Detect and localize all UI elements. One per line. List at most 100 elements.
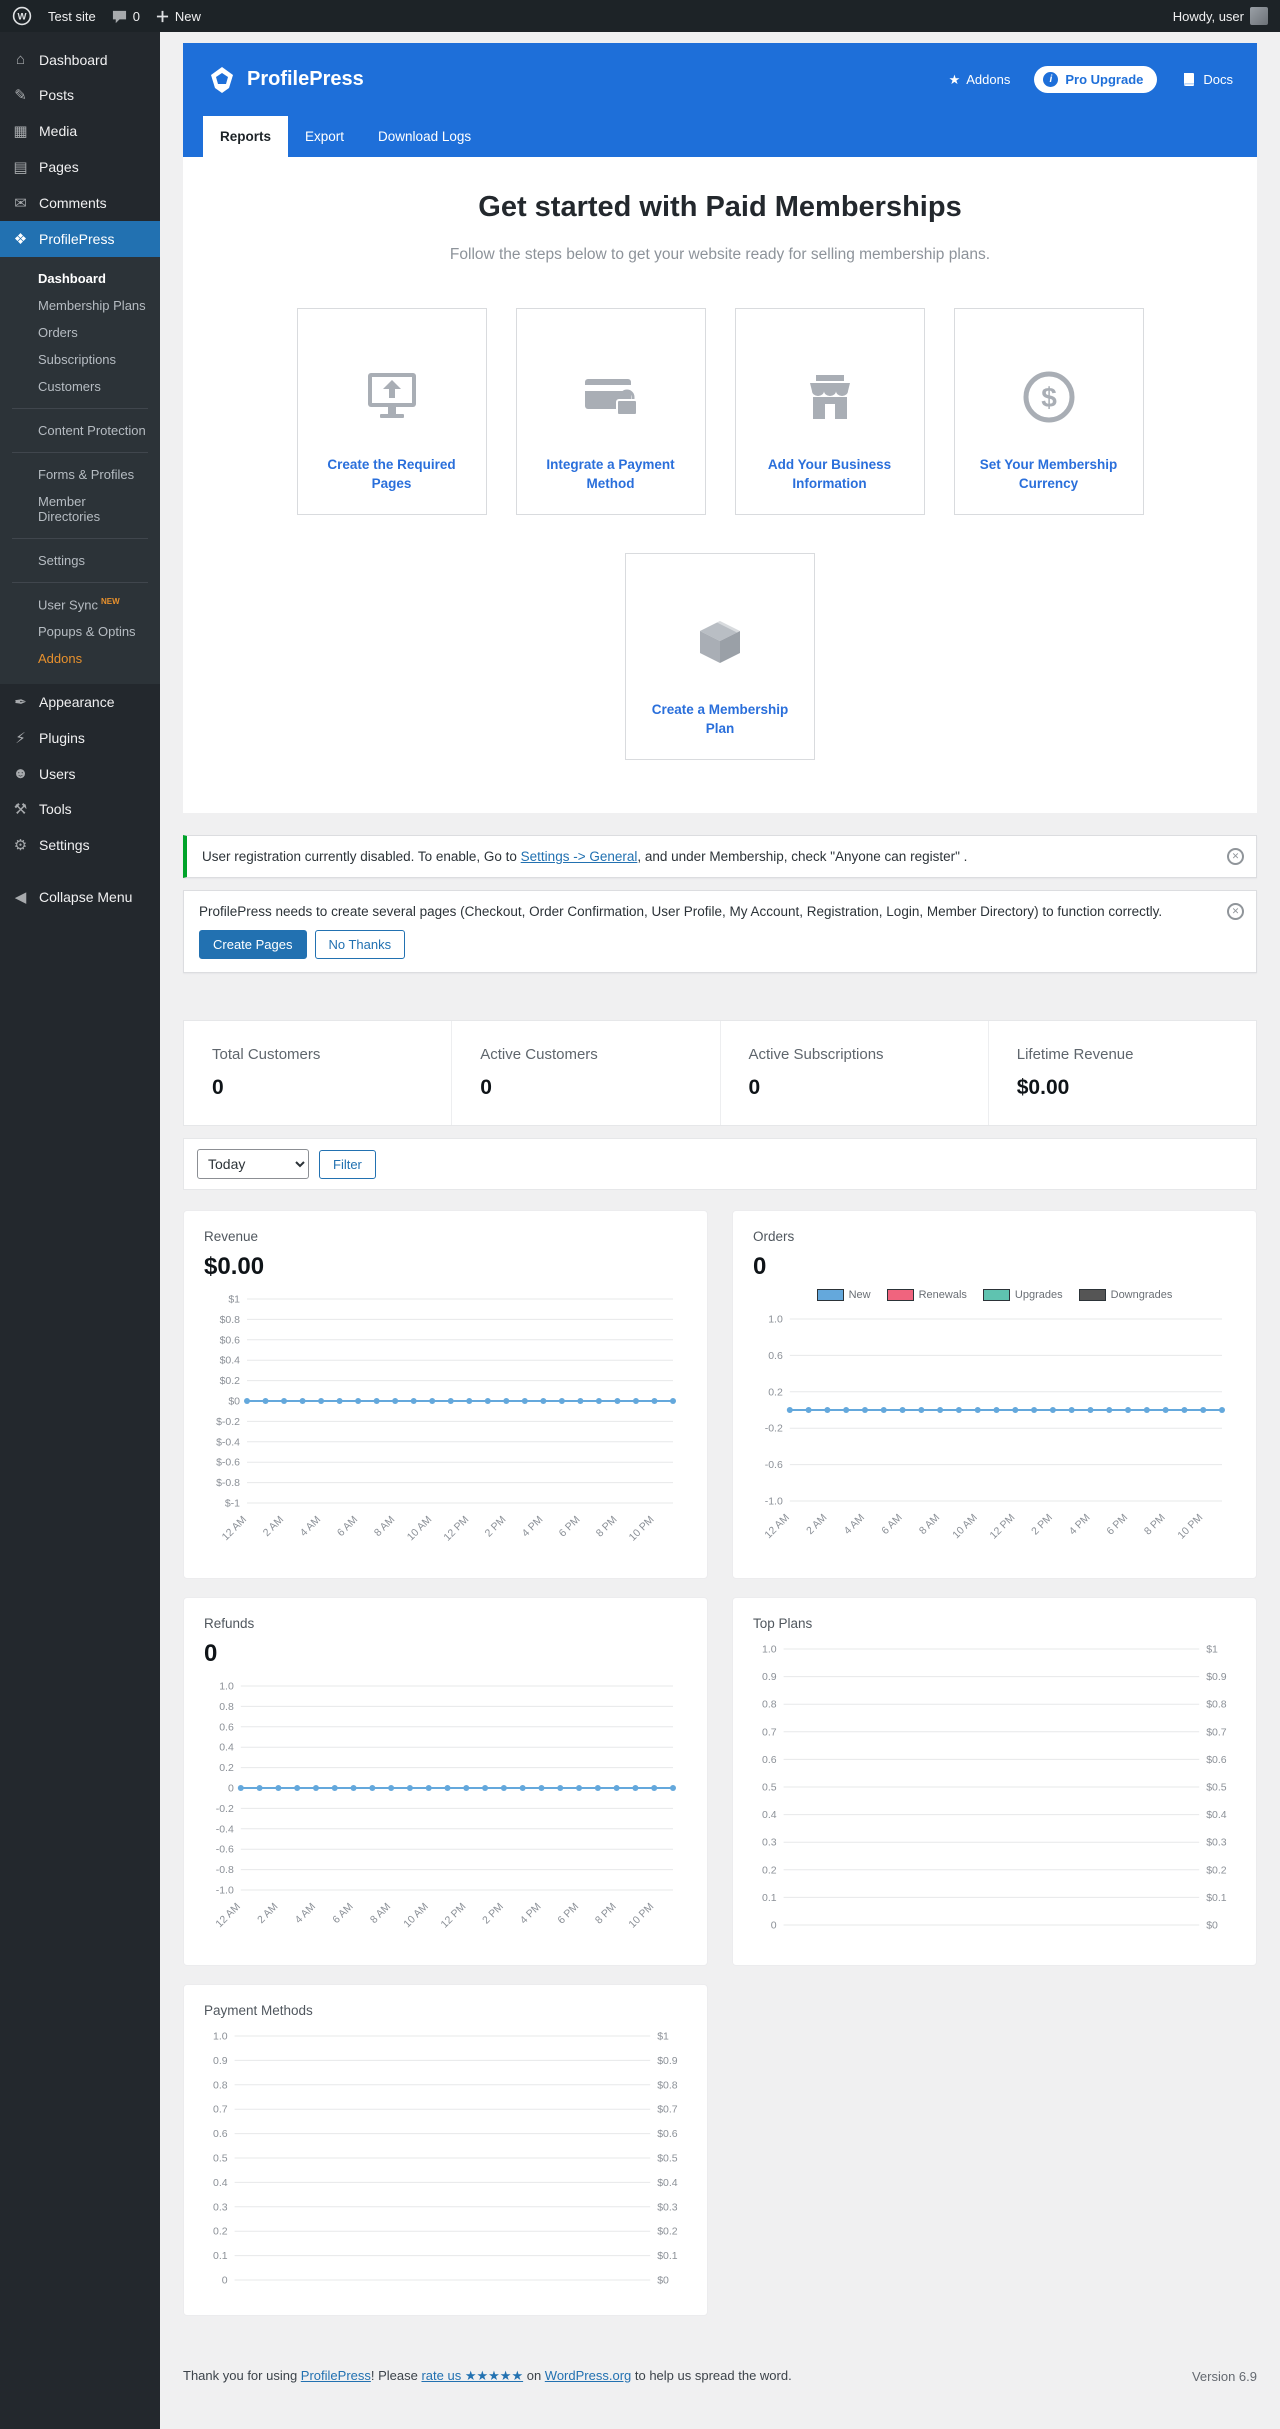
sidebar-item-dashboard[interactable]: ⌂ Dashboard (0, 42, 160, 77)
tab-export[interactable]: Export (288, 116, 361, 157)
wordpress-org-link[interactable]: WordPress.org (545, 2368, 631, 2383)
submenu-item-user-sync[interactable]: User Sync NEW (0, 591, 160, 618)
stat-label: Active Subscriptions (748, 1046, 884, 1063)
dashboard-icon: ⌂ (15, 51, 26, 68)
sidebar-item-posts[interactable]: ✎ Posts (0, 77, 160, 113)
new-content-link[interactable]: New (156, 9, 201, 24)
tab-reports[interactable]: Reports (203, 116, 289, 157)
stat-value: 0 (748, 1076, 761, 1099)
orders-chart-card: Orders 0 New Renewals Upgrades Downgrades 1… (732, 1210, 1257, 1579)
pro-upgrade-button[interactable]: i Pro Upgrade (1034, 66, 1158, 93)
sidebar-item-pages[interactable]: ▤ Pages (0, 149, 160, 185)
svg-text:$0.6: $0.6 (657, 2128, 678, 2140)
submenu-item-membership-plans[interactable]: Membership Plans (0, 292, 160, 319)
submenu-item-dashboard[interactable]: Dashboard (0, 265, 160, 292)
submenu-item-orders[interactable]: Orders (0, 319, 160, 346)
svg-text:0.8: 0.8 (213, 2079, 228, 2091)
step-label[interactable]: Integrate a Payment Method (530, 456, 692, 494)
svg-text:0: 0 (771, 1920, 777, 1932)
sidebar-item-profilepress[interactable]: ❖ ProfilePress (0, 221, 160, 257)
svg-text:10 AM: 10 AM (405, 1514, 435, 1544)
docs-link[interactable]: Docs (1181, 72, 1233, 88)
legend-item: Downgrades (1078, 1289, 1172, 1301)
stat-total-customers: Total Customers 0 (184, 1021, 451, 1125)
sidebar-item-label: Comments (39, 195, 107, 211)
submenu-item-forms-profiles[interactable]: Forms & Profiles (0, 461, 160, 488)
submenu-item-content-protection[interactable]: Content Protection (0, 417, 160, 444)
step-card-business-info[interactable]: Add Your Business Information (734, 308, 925, 515)
svg-text:2 AM: 2 AM (804, 1512, 829, 1537)
filter-button[interactable]: Filter (319, 1149, 376, 1179)
svg-text:1.0: 1.0 (219, 1681, 234, 1693)
svg-text:$0.9: $0.9 (657, 2055, 678, 2067)
submenu-item-addons[interactable]: Addons (0, 645, 160, 672)
legend-label: Renewals (918, 1289, 967, 1301)
revenue-chart: $1 $0.8 $0.6 $0.4 $0.2 $0 $-0.2 $-0.4 $-0.6 $-0.8… (204, 1289, 687, 1560)
orders-chart: 1.0 0.6 0.2 -0.2 -0.6 -1.0 12 AM 2 AM 4 AM 6 AM 8 … (753, 1309, 1236, 1558)
addons-link[interactable]: ★ Addons (949, 72, 1011, 88)
svg-text:1.0: 1.0 (213, 2031, 228, 2043)
wp-logo-menu[interactable]: W (12, 6, 32, 26)
sidebar-item-settings[interactable]: ⚙ Settings (0, 827, 160, 863)
sidebar-item-users[interactable]: ☻ Users (0, 756, 160, 791)
svg-text:$-0.4: $-0.4 (216, 1436, 240, 1448)
comments-link[interactable]: 0 (112, 9, 140, 24)
svg-text:-0.2: -0.2 (216, 1803, 234, 1815)
submenu-item-popups-optins[interactable]: Popups & Optins (0, 618, 160, 645)
date-range-select[interactable]: Today (197, 1149, 309, 1179)
users-icon: ☻ (12, 765, 29, 783)
svg-text:10 PM: 10 PM (1175, 1512, 1205, 1542)
submenu-item-customers[interactable]: Customers (0, 373, 160, 400)
submenu-item-member-directories[interactable]: Member Directories (0, 488, 160, 530)
step-label[interactable]: Create a Membership Plan (639, 701, 801, 739)
settings-general-link[interactable]: Settings -> General (521, 849, 638, 864)
step-card-payment-method[interactable]: Integrate a Payment Method (515, 308, 706, 515)
step-label[interactable]: Set Your Membership Currency (968, 456, 1130, 494)
step-card-create-pages[interactable]: Create the Required Pages (296, 308, 487, 515)
sidebar-item-label: Pages (39, 159, 79, 175)
svg-text:6 PM: 6 PM (557, 1514, 583, 1540)
create-pages-button[interactable]: Create Pages (199, 930, 307, 959)
site-name-link[interactable]: Test site (48, 9, 96, 24)
dismiss-notice-icon[interactable]: ✕ (1227, 903, 1244, 920)
addons-label: Addons (966, 72, 1011, 87)
profilepress-submenu: Dashboard Membership Plans Orders Subscr… (0, 257, 160, 685)
svg-text:$0.8: $0.8 (657, 2079, 678, 2091)
svg-text:$1: $1 (228, 1294, 240, 1306)
dismiss-notice-icon[interactable]: ✕ (1227, 848, 1244, 865)
svg-text:8 AM: 8 AM (368, 1901, 393, 1926)
svg-text:2 PM: 2 PM (1029, 1512, 1055, 1538)
submenu-item-subscriptions[interactable]: Subscriptions (0, 346, 160, 373)
no-thanks-button[interactable]: No Thanks (314, 930, 406, 959)
howdy-user-link[interactable]: Howdy, user (1173, 7, 1268, 25)
chart-title: Top Plans (753, 1616, 813, 1631)
tab-download-logs[interactable]: Download Logs (361, 116, 488, 157)
sidebar-item-label: Collapse Menu (39, 889, 133, 906)
sidebar-item-comments[interactable]: ✉ Comments (0, 185, 160, 221)
svg-text:0.6: 0.6 (219, 1721, 234, 1733)
svg-text:$0.6: $0.6 (220, 1334, 241, 1346)
profilepress-link[interactable]: ProfilePress (301, 2368, 371, 2383)
svg-text:12 AM: 12 AM (220, 1514, 250, 1544)
step-label[interactable]: Create the Required Pages (311, 456, 473, 494)
sidebar-item-plugins[interactable]: ⚡ Plugins (0, 720, 160, 756)
step-card-membership-plan[interactable]: Create a Membership Plan (625, 553, 815, 760)
svg-text:$-0.6: $-0.6 (216, 1457, 240, 1469)
svg-text:0.6: 0.6 (768, 1350, 783, 1362)
get-started-panel: Get started with Paid Memberships Follow… (183, 157, 1257, 813)
notice-text: , and under Membership, check "Anyone ca… (637, 849, 968, 864)
sidebar-item-tools[interactable]: ⚒ Tools (0, 791, 160, 827)
step-card-currency[interactable]: $ Set Your Membership Currency (953, 308, 1144, 515)
footer-thanks-text: Thank you for using ProfilePress! Please… (183, 2368, 792, 2384)
svg-text:4 PM: 4 PM (518, 1901, 544, 1927)
submenu-item-settings[interactable]: Settings (0, 547, 160, 574)
svg-text:6 PM: 6 PM (1104, 1512, 1130, 1538)
sidebar-item-appearance[interactable]: ✒ Appearance (0, 684, 160, 720)
step-label[interactable]: Add Your Business Information (749, 456, 911, 494)
sidebar-item-media[interactable]: ▦ Media (0, 113, 160, 149)
sidebar-item-collapse-menu[interactable]: ◀ Collapse Menu (0, 879, 160, 915)
svg-text:0.2: 0.2 (768, 1386, 783, 1398)
svg-text:12 PM: 12 PM (438, 1901, 468, 1931)
svg-text:W: W (18, 12, 27, 23)
rate-us-link[interactable]: rate us ★★★★★ (421, 2368, 523, 2383)
